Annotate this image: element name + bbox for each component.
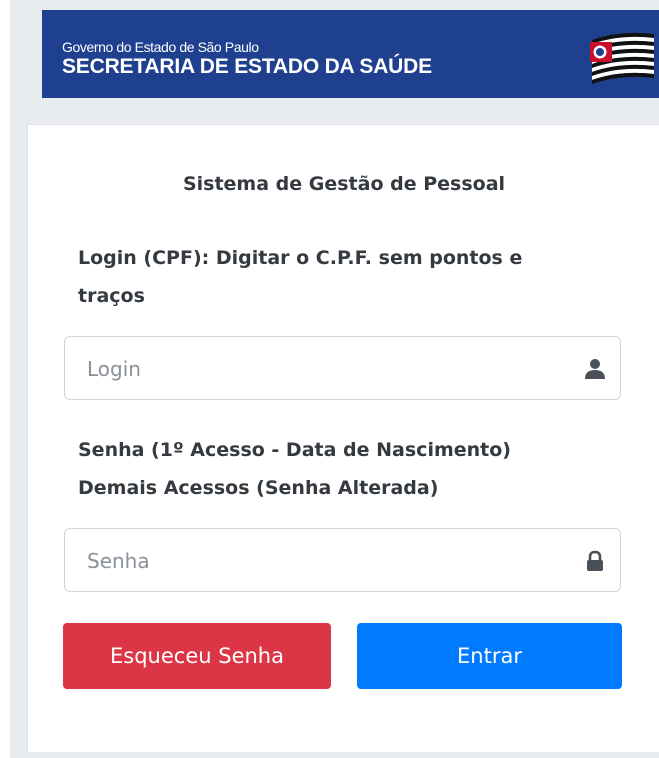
user-icon [585, 359, 605, 379]
password-label-line2: Demais Acessos (Senha Alterada) [78, 477, 439, 499]
password-input[interactable] [85, 529, 559, 593]
login-label-line2: traços [78, 285, 145, 307]
login-label: Login (CPF): Digitar o C.P.F. sem pontos… [78, 239, 618, 315]
login-submit-button[interactable]: Entrar [357, 623, 622, 689]
password-field[interactable] [64, 528, 621, 593]
login-field[interactable] [64, 336, 621, 401]
password-label-line1: Senha (1º Acesso - Data de Nascimento) [78, 439, 511, 461]
system-title: Sistema de Gestão de Pessoal [182, 173, 506, 195]
government-name: Governo do Estado de São Paulo [62, 39, 259, 55]
sao-paulo-flag-icon [590, 32, 654, 84]
login-input[interactable] [85, 337, 559, 401]
login-label-line1: Login (CPF): Digitar o C.P.F. sem pontos… [78, 247, 523, 269]
header-banner: Governo do Estado de São Paulo SECRETARI… [42, 10, 659, 98]
login-card: Sistema de Gestão de Pessoal Login (CPF)… [27, 124, 659, 752]
secretariat-name: SECRETARIA DE ESTADO DA SAÚDE [62, 55, 432, 78]
lock-icon [587, 550, 603, 571]
forgot-password-button[interactable]: Esqueceu Senha [63, 623, 331, 689]
password-label: Senha (1º Acesso - Data de Nascimento) D… [78, 431, 618, 507]
